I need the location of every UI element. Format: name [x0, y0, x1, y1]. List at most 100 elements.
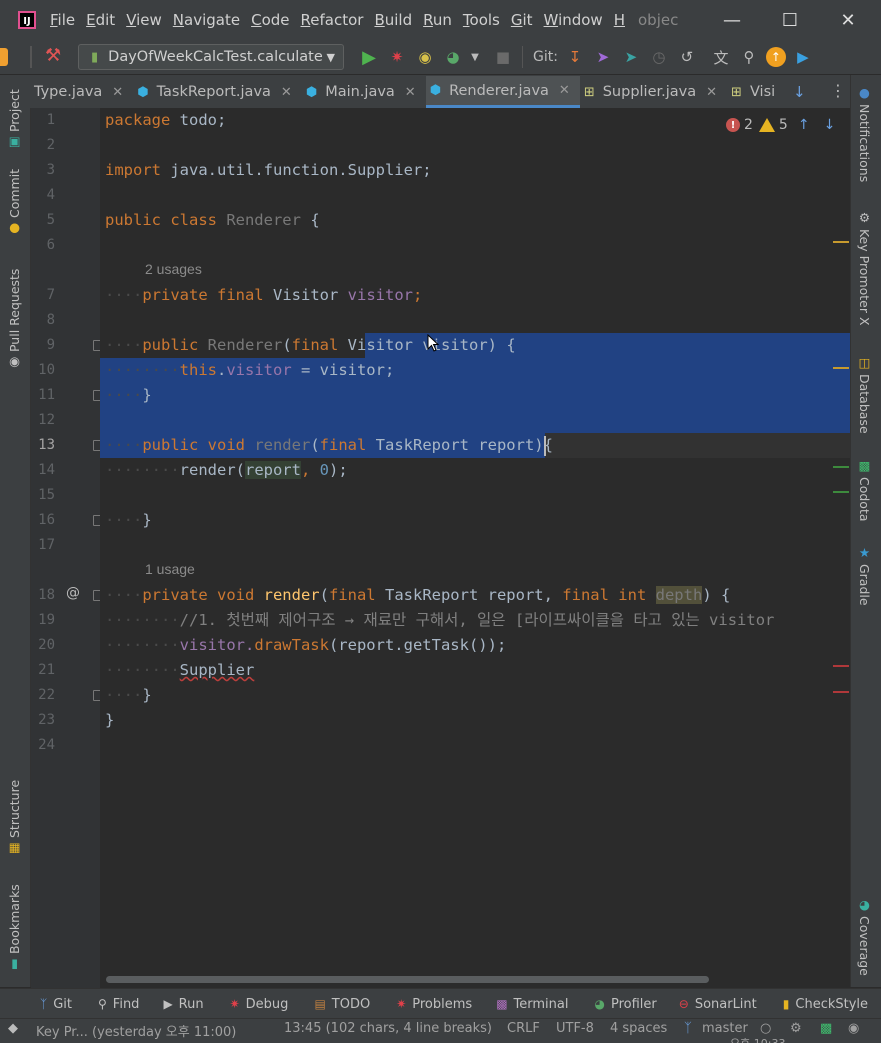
debug-icon[interactable]: ✷ [386, 46, 408, 68]
maximize-icon[interactable]: ☐ [778, 8, 802, 32]
error-stripe-marker[interactable] [833, 691, 849, 693]
tab-taskreport-java[interactable]: ⬢ TaskReport.java ✕ [133, 76, 302, 108]
tool-todo[interactable]: ▤ TODO [314, 997, 370, 1012]
tool-structure[interactable]: ▦ Structure [7, 777, 22, 857]
coverage-icon[interactable]: ◉ [414, 46, 436, 68]
error-stripe-marker[interactable] [833, 665, 849, 667]
close-icon[interactable]: ✕ [281, 85, 292, 100]
inspection-widget[interactable]: ! 2 5 ↑ ↓ [726, 117, 835, 133]
git-branch[interactable]: master [702, 1021, 748, 1036]
tool-coverage[interactable]: ◕ Coverage [857, 897, 872, 976]
tab-visitor-java[interactable]: ⊞ Visi [727, 76, 785, 108]
prev-highlight-icon[interactable]: ↑ [798, 117, 810, 133]
tool-commit[interactable]: ● Commit [7, 167, 22, 237]
menu-navigate[interactable]: Navigate [173, 11, 240, 29]
status-message[interactable]: Key Pr... (yesterday 오후 11:00) [36, 1021, 236, 1040]
close-icon[interactable]: ✕ [559, 83, 570, 98]
tool-key-promoter[interactable]: ⚙ Key Promoter X [857, 210, 872, 326]
tab-supplier-java[interactable]: ⊞ Supplier.java ✕ [580, 76, 727, 108]
tool-codota-label: Codota [857, 476, 872, 522]
line-separator[interactable]: CRLF [507, 1021, 540, 1036]
codota-status-icon[interactable]: ▩ [820, 1021, 832, 1036]
run-more-chevron-icon[interactable]: ▼ [464, 46, 486, 68]
git-history-icon[interactable]: ◷ [648, 46, 670, 68]
indent-setting[interactable]: 4 spaces [610, 1021, 667, 1036]
lock-icon[interactable]: ○ [760, 1021, 771, 1036]
tool-bookmarks[interactable]: ▮ Bookmarks [7, 883, 22, 973]
tool-checkstyle[interactable]: ▮ CheckStyle [783, 997, 868, 1012]
git-commit-icon[interactable]: ➤ [592, 46, 614, 68]
horizontal-scrollbar[interactable] [106, 976, 709, 983]
arrow-down-icon[interactable]: ↓ [793, 83, 806, 101]
jetbrains-toolbox-icon[interactable]: ▶ [792, 46, 814, 68]
update-available-icon[interactable]: ↑ [765, 47, 786, 67]
override-marker-icon[interactable]: @ [66, 585, 80, 601]
git-update-icon[interactable]: ↧ [564, 46, 586, 68]
close-window-icon[interactable]: ✕ [836, 8, 860, 32]
tool-terminal[interactable]: ▩ Terminal [496, 997, 568, 1012]
search-icon[interactable]: ⚲ [738, 46, 760, 68]
change-stripe-marker[interactable] [833, 466, 849, 468]
close-icon[interactable]: ✕ [405, 85, 416, 100]
field-name: visitor. [179, 636, 255, 654]
tool-database[interactable]: ◫ Database [857, 355, 872, 434]
tab-main-java[interactable]: ⬢ Main.java ✕ [302, 76, 426, 108]
run-configuration-select[interactable]: ▮ DayOfWeekCalcTest.calculate ▼ [78, 44, 344, 70]
line-number: 11 [38, 387, 55, 403]
close-icon[interactable]: ✕ [112, 85, 123, 100]
minimize-icon[interactable]: — [720, 8, 744, 32]
tab-type-java[interactable]: Type.java ✕ [30, 76, 133, 108]
tool-profiler[interactable]: ◕ Profiler [594, 997, 656, 1012]
profiler-icon[interactable]: ◕ [442, 46, 464, 68]
tool-git[interactable]: ᛉ Git [40, 997, 72, 1012]
back-arrow-icon[interactable] [0, 48, 8, 66]
close-icon[interactable]: ✕ [706, 85, 717, 100]
warning-stripe-marker[interactable] [833, 241, 849, 243]
menu-tools[interactable]: Tools [463, 11, 500, 29]
menu-code[interactable]: Code [251, 11, 289, 29]
next-highlight-icon[interactable]: ↓ [824, 117, 836, 133]
keyword: public [142, 336, 199, 354]
menu-build[interactable]: Build [374, 11, 412, 29]
rollback-icon[interactable]: ↺ [676, 46, 698, 68]
tool-codota[interactable]: ▩ Codota [857, 458, 872, 522]
notifications-status-icon[interactable]: ◉ [848, 1021, 859, 1036]
tool-project[interactable]: ▣ Project [7, 81, 22, 151]
layout-icon[interactable]: ◆ [8, 1021, 18, 1036]
tab-renderer-java[interactable]: ⬢ Renderer.java ✕ [425, 76, 580, 108]
tool-problems[interactable]: ✷ Problems [396, 997, 472, 1012]
caret-position[interactable]: 13:45 (102 chars, 4 line breaks) [284, 1021, 492, 1036]
change-stripe-marker[interactable] [833, 491, 849, 493]
tool-sonarlint[interactable]: ⊖ SonarLint [679, 997, 757, 1012]
stop-icon[interactable]: ■ [492, 46, 514, 68]
build-hammer-icon[interactable]: ⚒ [45, 45, 61, 66]
constructor-name: Renderer [198, 336, 283, 354]
menu-edit[interactable]: Edit [86, 11, 115, 29]
tool-pull-requests[interactable]: ◉ Pull Requests [7, 261, 22, 371]
menu-view[interactable]: View [126, 11, 162, 29]
menu-git[interactable]: Git [511, 11, 533, 29]
intellij-logo-icon: IJ [18, 11, 36, 29]
line-number: 4 [46, 187, 55, 203]
code-editor[interactable]: package todo; import java.util.function.… [100, 108, 850, 988]
memory-icon[interactable]: ⚙ [790, 1021, 802, 1036]
error-count: 2 [744, 117, 753, 133]
git-push-icon[interactable]: ➤ [620, 46, 642, 68]
tool-gradle[interactable]: ★ Gradle [857, 545, 872, 606]
tool-notifications[interactable]: ● Notifications [857, 85, 872, 182]
usages-hint[interactable]: 2 usages [145, 261, 202, 277]
tool-run[interactable]: ▶ Run [163, 997, 203, 1012]
warning-stripe-marker[interactable] [833, 367, 849, 369]
usages-hint[interactable]: 1 usage [145, 561, 195, 577]
menu-refactor[interactable]: Refactor [301, 11, 364, 29]
menu-file[interactable]: File [50, 11, 75, 29]
menu-run[interactable]: Run [423, 11, 452, 29]
run-icon[interactable]: ▶ [358, 46, 380, 68]
more-tabs-icon[interactable]: ⋮ [830, 81, 846, 100]
file-encoding[interactable]: UTF-8 [556, 1021, 594, 1036]
menu-window[interactable]: Window [544, 11, 603, 29]
tool-find[interactable]: ⚲ Find [98, 997, 139, 1012]
translate-icon[interactable]: 文 [710, 46, 732, 68]
menu-help[interactable]: H [614, 11, 625, 29]
tool-debug[interactable]: ✷ Debug [230, 997, 289, 1012]
